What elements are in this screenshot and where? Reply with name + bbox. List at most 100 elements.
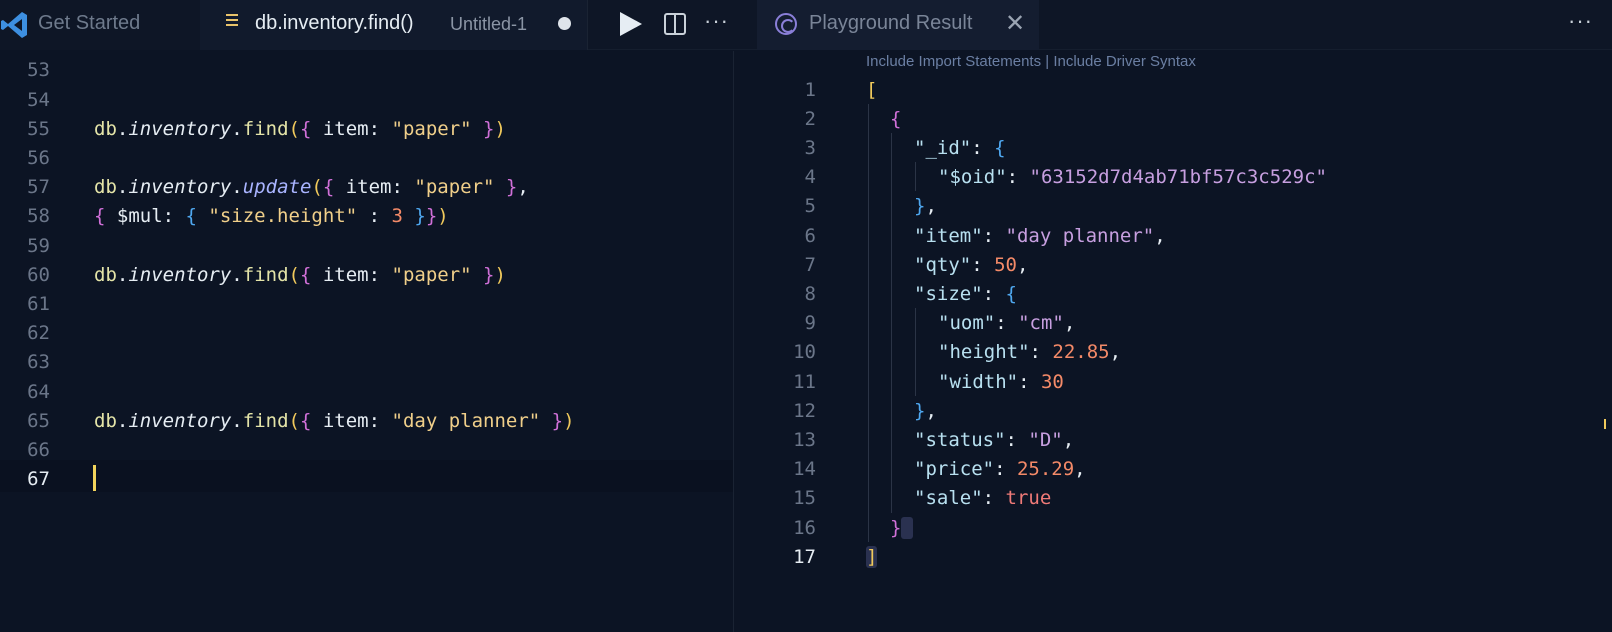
token: "day planner" <box>391 410 541 432</box>
token: ( <box>288 118 300 140</box>
code-line[interactable]: [ <box>866 75 877 105</box>
token: 50 <box>994 254 1017 276</box>
token: inventory <box>128 176 232 198</box>
token: db <box>94 410 117 432</box>
token: { <box>299 264 312 286</box>
code-line[interactable]: "item": "day planner", <box>914 221 1166 251</box>
token: db <box>94 264 117 286</box>
token: find <box>242 410 289 432</box>
tab-get-started[interactable]: Get Started <box>0 0 200 50</box>
token: : <box>982 283 1006 305</box>
code-line[interactable]: "width": 30 <box>938 367 1064 397</box>
token: , <box>1074 458 1086 480</box>
current-line-highlight <box>0 460 755 492</box>
token: , <box>925 400 937 422</box>
code-line[interactable]: db.inventory.find({ item: "paper" }) <box>94 114 506 144</box>
unsaved-indicator-icon[interactable] <box>558 17 571 30</box>
code-line[interactable]: "size": { <box>914 279 1017 309</box>
line-number: 13 <box>793 429 816 451</box>
indent-guide <box>868 104 869 542</box>
line-number: 66 <box>27 439 50 461</box>
line-number: 6 <box>804 225 816 247</box>
token: "paper" <box>391 118 472 140</box>
token: : <box>1005 429 1029 451</box>
token: db <box>94 176 117 198</box>
code-line[interactable]: "$oid": "63152d7d4ab71bf57c3c529c" <box>938 162 1327 192</box>
line-number: 55 <box>27 118 50 140</box>
token: inventory <box>128 264 232 286</box>
token: { <box>322 176 335 198</box>
token: true <box>1005 487 1052 509</box>
code-line[interactable]: } <box>890 513 913 543</box>
token: ( <box>288 410 300 432</box>
playground-result-editor[interactable]: Include Import Statements | Include Driv… <box>733 51 1612 632</box>
code-line[interactable]: "price": 25.29, <box>914 454 1086 484</box>
line-number: 16 <box>793 517 816 539</box>
more-actions-icon[interactable]: ··· <box>1568 8 1593 34</box>
token: item: <box>311 264 392 286</box>
code-line[interactable]: "height": 22.85, <box>938 337 1121 367</box>
token: "$oid" <box>938 166 1007 188</box>
code-line[interactable]: db.inventory.find({ item: "paper" }) <box>94 260 506 290</box>
token: item: <box>311 118 392 140</box>
playground-editor[interactable]: 53 54 55 56 57 58 59 60 61 62 63 64 65 6… <box>0 51 755 632</box>
token: ) <box>494 264 506 286</box>
code-line[interactable]: ] <box>866 542 878 572</box>
code-line[interactable]: "sale": true <box>914 483 1051 513</box>
tab-playground-result[interactable]: Playground Result ✕ <box>757 0 1039 50</box>
token: : <box>357 205 392 227</box>
token: "paper" <box>414 176 495 198</box>
code-line[interactable]: "qty": 50, <box>914 250 1028 280</box>
code-line[interactable]: "status": "D", <box>914 425 1074 455</box>
run-icon[interactable] <box>620 12 642 36</box>
token: ( <box>311 176 323 198</box>
code-line[interactable]: }, <box>914 396 937 426</box>
token: } <box>494 176 518 198</box>
token: "cm" <box>1018 312 1064 334</box>
line-number: 1 <box>804 79 816 101</box>
token: "size.height" <box>196 205 358 227</box>
token: 25.29 <box>1016 458 1075 480</box>
token: : <box>994 458 1017 480</box>
line-number: 62 <box>27 322 50 344</box>
code-line[interactable]: { <box>890 104 901 134</box>
indent-guide <box>891 133 892 513</box>
token: . <box>116 264 129 286</box>
code-line[interactable]: "uom": "cm", <box>938 308 1075 338</box>
close-icon[interactable]: ✕ <box>1005 9 1025 38</box>
indent-guide <box>915 308 916 396</box>
token: "uom" <box>938 312 996 334</box>
tab-untitled-1[interactable]: db.inventory.find() Untitled-1 <box>200 0 588 50</box>
token: . <box>116 410 129 432</box>
token: { <box>299 118 312 140</box>
token: db <box>94 118 117 140</box>
more-actions-icon[interactable]: ··· <box>704 8 729 34</box>
line-number: 59 <box>27 235 50 257</box>
text-cursor <box>93 465 96 491</box>
code-line[interactable]: db.inventory.update({ item: "paper" }, <box>94 172 529 202</box>
code-line[interactable]: "_id": { <box>914 133 1006 163</box>
playground-result-icon <box>775 13 797 35</box>
line-number: 60 <box>27 264 50 286</box>
token: "width" <box>938 371 1019 393</box>
code-line[interactable]: { $mul: { "size.height" : 3 }}) <box>94 201 449 231</box>
line-number: 57 <box>27 176 50 198</box>
token: : <box>971 137 995 159</box>
token: "63152d7d4ab71bf57c3c529c" <box>1029 166 1327 188</box>
token: } <box>540 410 564 432</box>
token: ( <box>288 264 300 286</box>
token: : <box>1029 341 1053 363</box>
token: : <box>1018 371 1041 393</box>
code-line[interactable]: }, <box>914 191 937 221</box>
codelens-actions[interactable]: Include Import Statements | Include Driv… <box>866 53 1196 70</box>
token: } <box>402 205 426 227</box>
line-number: 9 <box>804 312 816 334</box>
line-number: 65 <box>27 410 50 432</box>
split-editor-icon[interactable] <box>664 13 686 35</box>
token: "price" <box>914 458 995 480</box>
token: : <box>971 254 995 276</box>
token: "size" <box>914 283 983 305</box>
token: } <box>425 205 438 227</box>
code-line[interactable]: db.inventory.find({ item: "day planner" … <box>94 406 575 436</box>
token: "qty" <box>914 254 972 276</box>
